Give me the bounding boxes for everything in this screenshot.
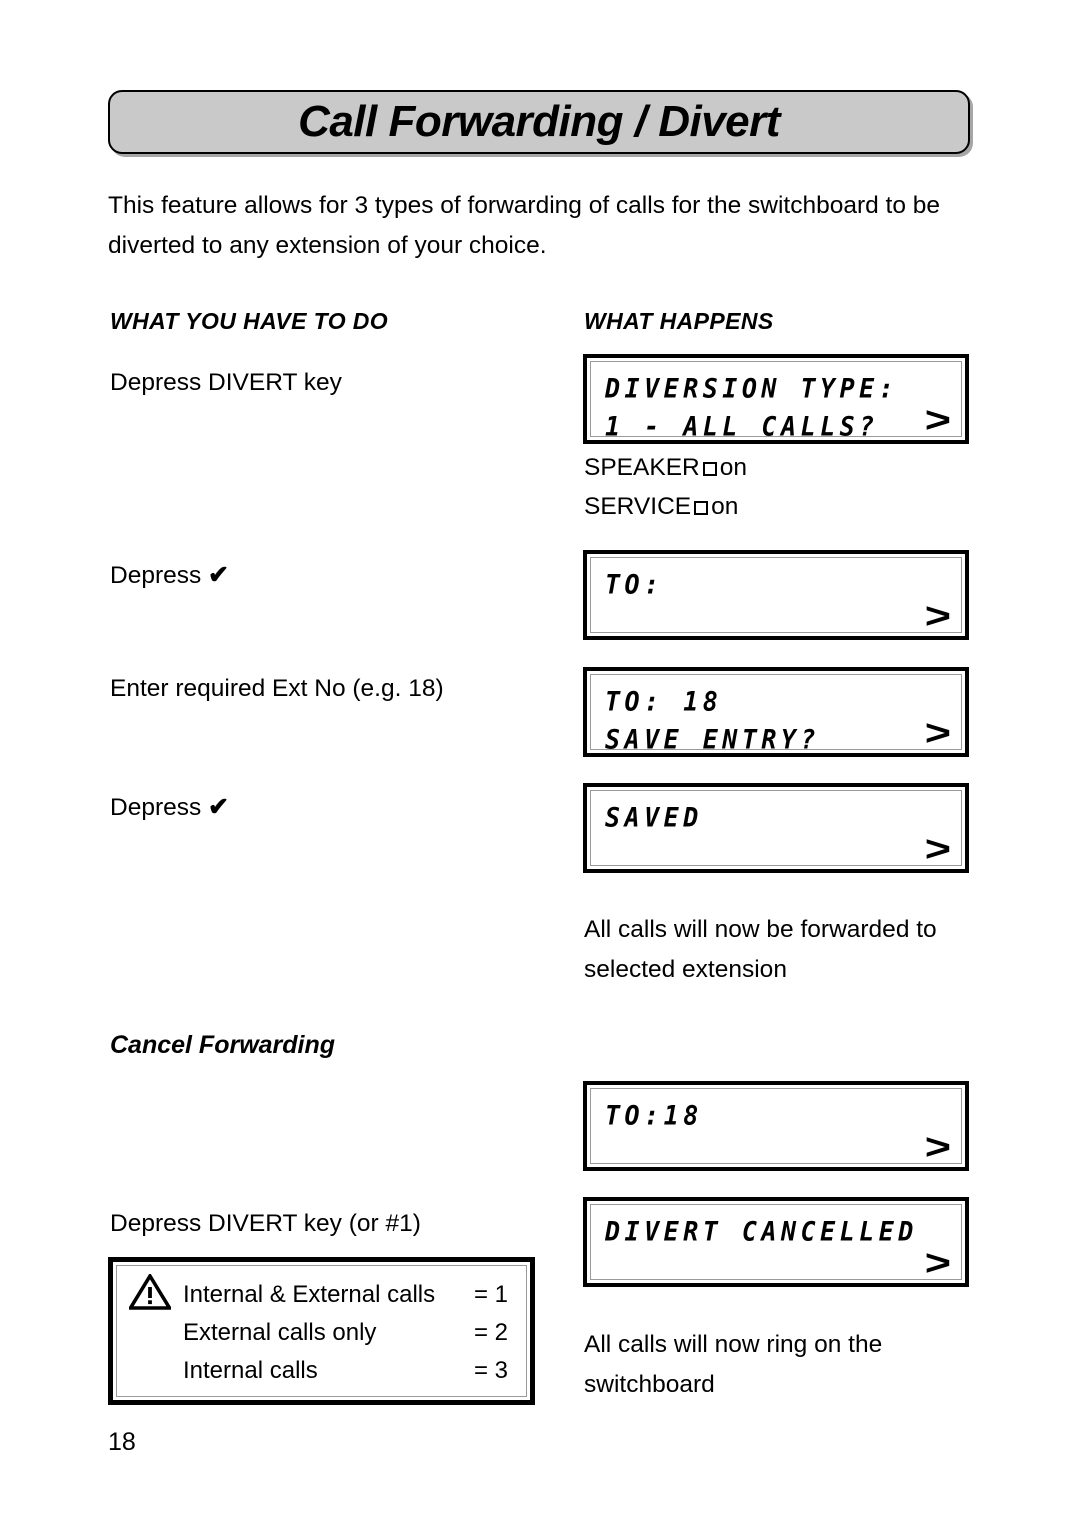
lcd-line-1: DIVERSION TYPE:	[605, 373, 899, 404]
lcd-next-arrow-icon: >	[924, 399, 951, 440]
lcd-next-arrow-icon: >	[924, 1126, 951, 1167]
legend-row-value: = 1	[473, 1281, 508, 1308]
lcd-display-to-empty: TO: >	[583, 550, 969, 640]
lcd-line-1: SAVED	[605, 802, 703, 833]
legend-row: Internal calls = 3	[127, 1352, 512, 1390]
lcd-next-arrow-icon: >	[924, 595, 951, 636]
service-state: on	[711, 493, 739, 520]
lcd-next-arrow-icon: >	[924, 828, 951, 869]
step-4-action-label: Depress	[110, 794, 209, 821]
checkmark-icon: ✔	[208, 561, 229, 589]
cancel-action-label: Depress DIVERT key (or #1)	[110, 1210, 421, 1237]
result-ring-text: All calls will now ring on the switchboa…	[584, 1331, 883, 1398]
lcd-screen: TO: 18 SAVE ENTRY? >	[590, 674, 962, 755]
lcd-display-divert-cancelled: DIVERT CANCELLED >	[583, 1197, 969, 1287]
lcd-line-1: DIVERT CANCELLED	[605, 1216, 918, 1247]
lcd-screen: DIVERSION TYPE: 1 - ALL CALLS? >	[590, 361, 962, 442]
column-heading-what-you-have-to-do: WHAT YOU HAVE TO DO	[110, 308, 389, 334]
service-indicator: SERVICE on	[584, 487, 738, 527]
speaker-label: SPEAKER	[584, 454, 700, 481]
empty-square-icon	[694, 501, 709, 515]
lcd-line-2: 1 - ALL CALLS?	[605, 411, 879, 442]
step-1-action-label: Depress DIVERT key	[110, 369, 342, 396]
legend-inner: Internal & External calls = 1 External c…	[116, 1265, 527, 1397]
lcd-line-1: TO:	[605, 569, 664, 600]
legend-row: External calls only = 2	[127, 1314, 512, 1352]
step-1-action: Depress DIVERT key	[110, 363, 342, 403]
lcd-next-arrow-icon: >	[924, 712, 951, 753]
warning-triangle-icon	[129, 1274, 171, 1310]
lcd-screen: TO:18 >	[590, 1088, 962, 1167]
legend-row-label: External calls only	[183, 1319, 377, 1346]
lcd-line-1: TO: 18	[605, 686, 723, 717]
lcd-line-2: SAVE ENTRY?	[605, 724, 821, 755]
step-3-action: Enter required Ext No (e.g. 18)	[110, 669, 444, 709]
checkmark-icon: ✔	[208, 793, 229, 821]
speaker-state: on	[719, 454, 748, 481]
legend-row-label: Internal & External calls	[183, 1281, 436, 1308]
empty-square-icon	[702, 462, 717, 476]
lcd-line-1: TO:18	[605, 1100, 703, 1131]
lcd-display-saved: SAVED >	[583, 783, 969, 873]
lcd-next-arrow-icon: >	[924, 1242, 951, 1283]
lcd-display-diversion-type: DIVERSION TYPE: 1 - ALL CALLS? >	[583, 354, 969, 444]
column-heading-what-happens: WHAT HAPPENS	[584, 308, 774, 334]
step-2-action: Depress ✔	[110, 556, 229, 596]
legend-row: Internal & External calls = 1	[127, 1276, 512, 1314]
lcd-screen: SAVED >	[590, 790, 962, 869]
result-forwarded-text: All calls will now be forwarded to selec…	[584, 916, 937, 983]
step-2-action-label: Depress	[110, 562, 209, 589]
diversion-type-legend-box: Internal & External calls = 1 External c…	[108, 1257, 535, 1405]
cancel-action: Depress DIVERT key (or #1)	[110, 1204, 421, 1244]
page-number: 18	[108, 1428, 136, 1456]
page-title: Call Forwarding / Divert	[298, 97, 780, 146]
legend-row-value: = 2	[473, 1319, 508, 1346]
page-title-banner: Call Forwarding / Divert	[108, 90, 970, 154]
service-label: SERVICE	[584, 493, 692, 520]
lcd-display-to-18: TO:18 >	[583, 1081, 969, 1171]
legend-row-value: = 3	[473, 1357, 508, 1384]
lcd-display-save-entry: TO: 18 SAVE ENTRY? >	[583, 667, 969, 757]
step-4-action: Depress ✔	[110, 788, 229, 828]
lcd-screen: TO: >	[590, 557, 962, 636]
speaker-indicator: SPEAKER on	[584, 448, 747, 488]
step-3-action-label: Enter required Ext No (e.g. 18)	[110, 675, 444, 702]
lcd-screen: DIVERT CANCELLED >	[590, 1204, 962, 1283]
cancel-forwarding-heading: Cancel Forwarding	[110, 1031, 336, 1059]
intro-paragraph: This feature allows for 3 types of forwa…	[108, 192, 941, 259]
legend-row-label: Internal calls	[183, 1357, 318, 1384]
